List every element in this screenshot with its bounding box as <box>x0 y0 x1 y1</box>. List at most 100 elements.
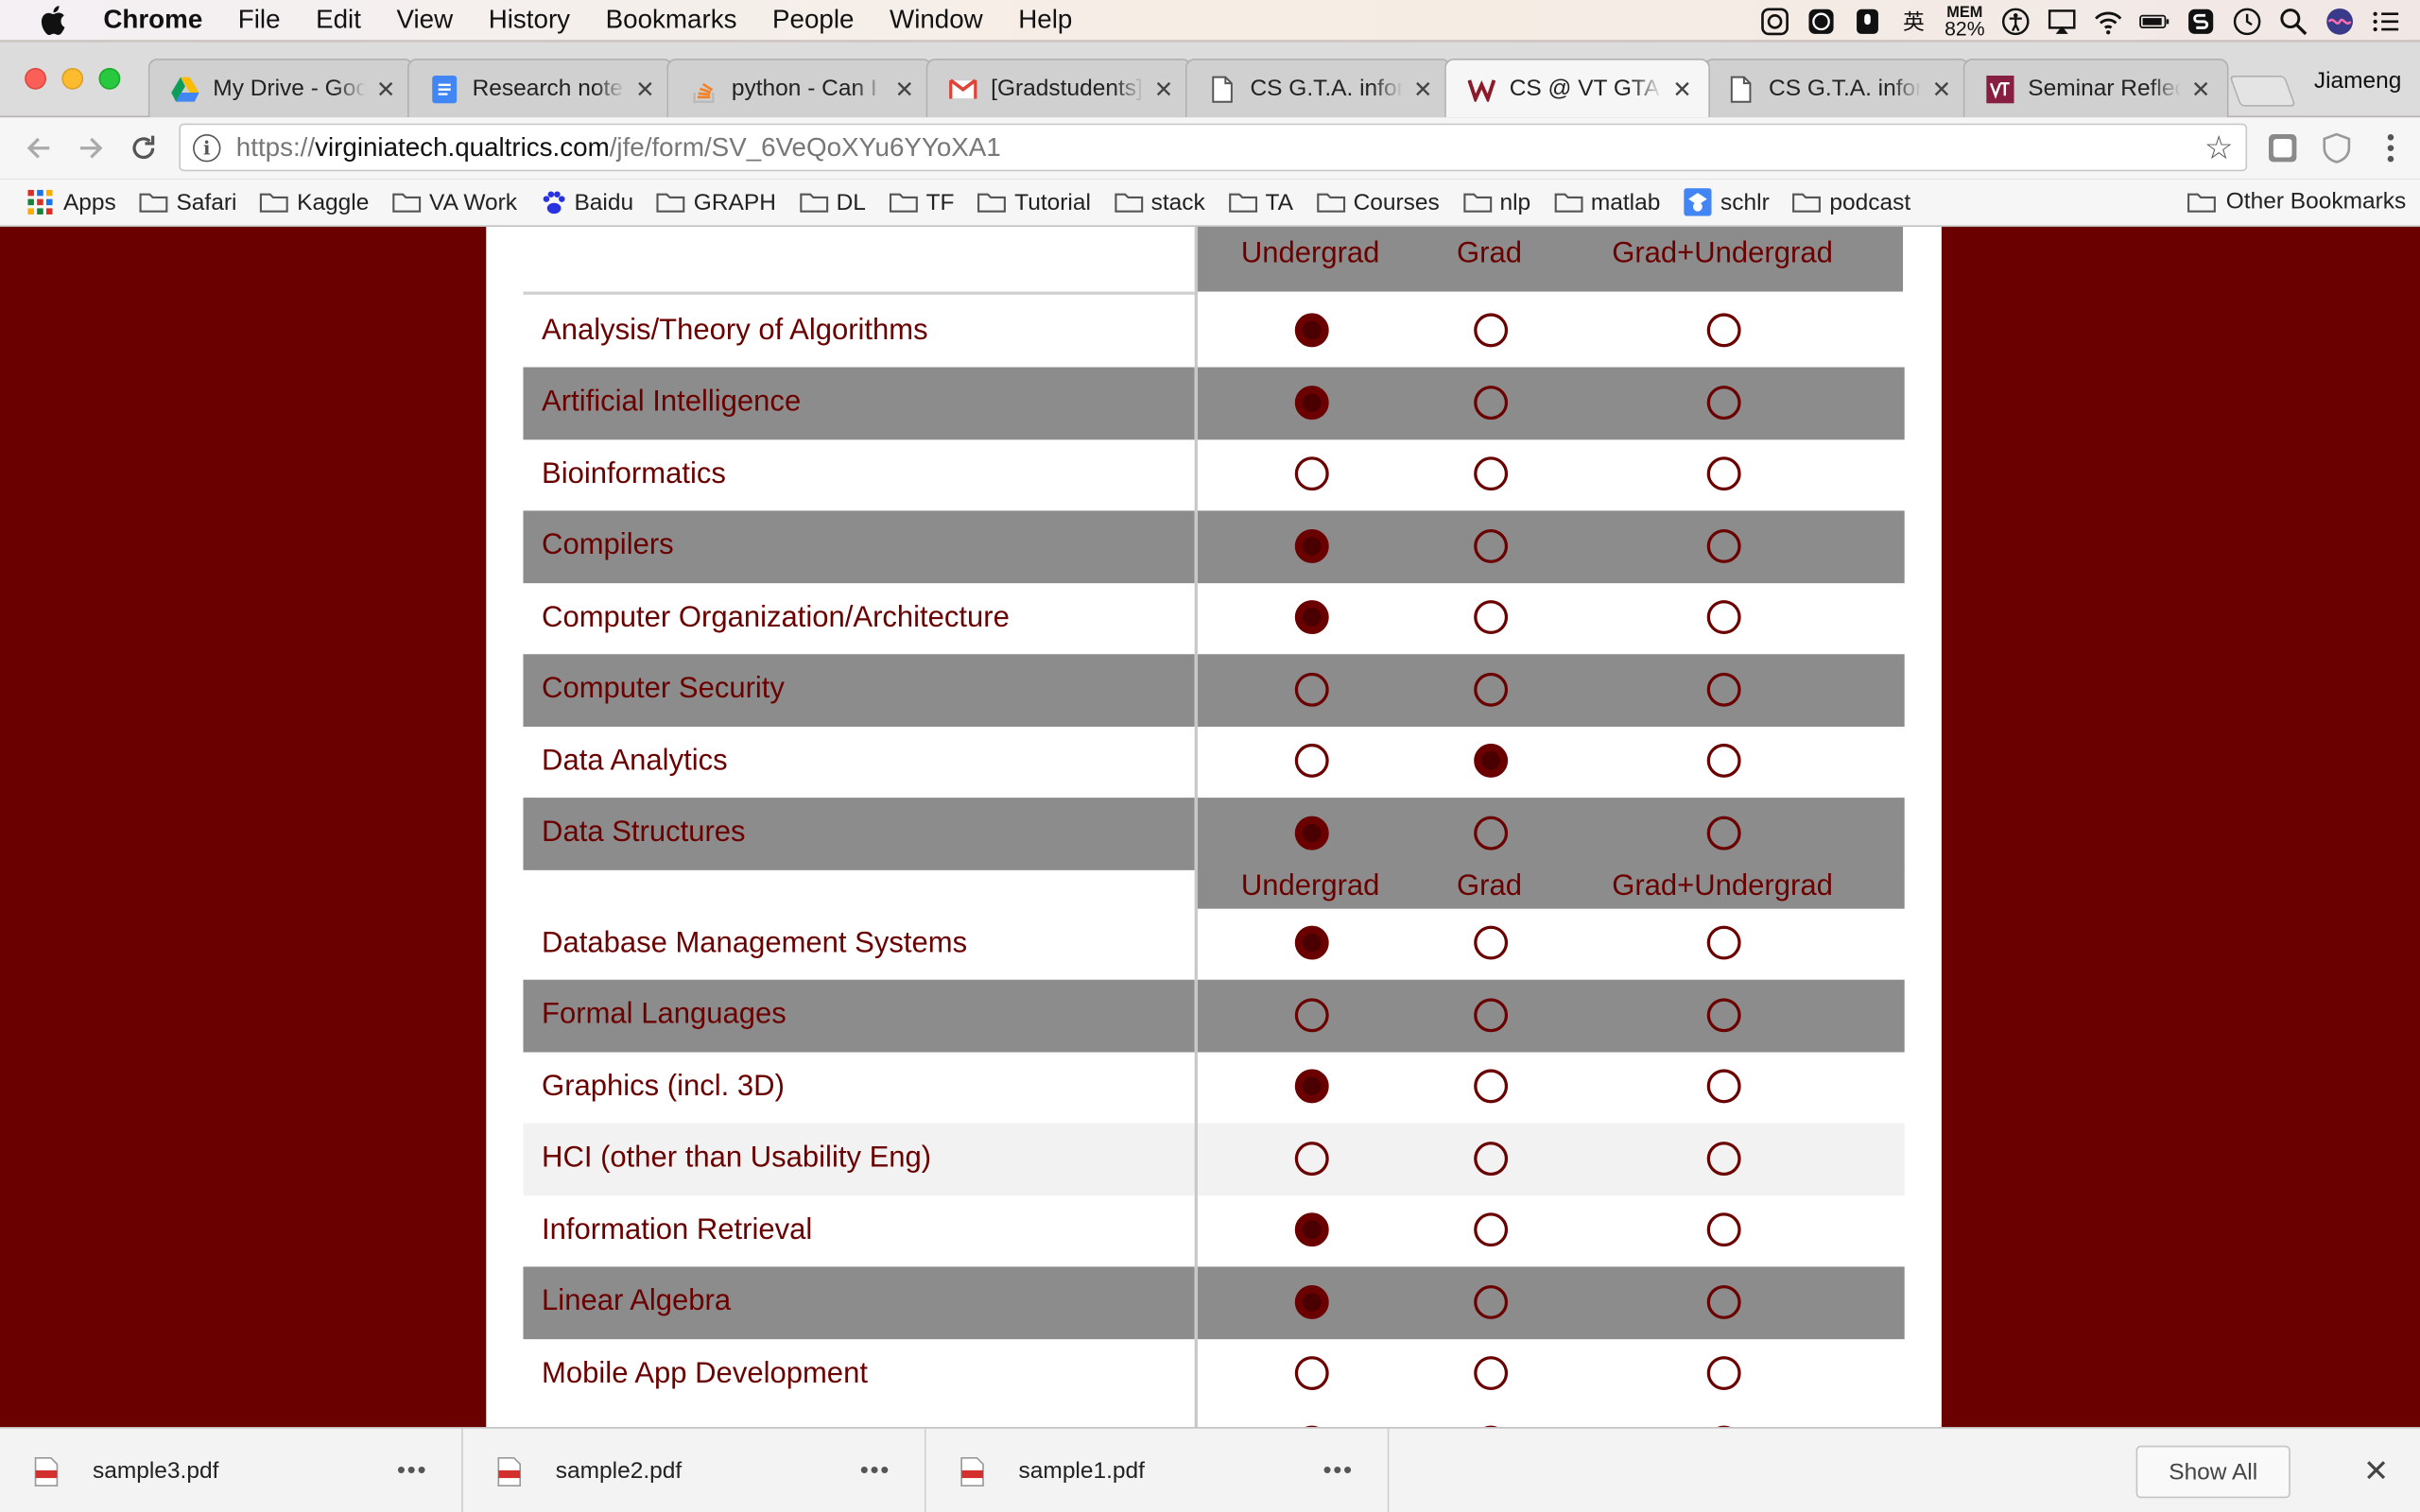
menu-bookmarks[interactable]: Bookmarks <box>606 5 737 36</box>
download-item[interactable]: sample2.pdf ••• <box>463 1428 926 1512</box>
radio-grad-undergrad[interactable] <box>1706 385 1741 420</box>
more-options-icon[interactable]: ••• <box>397 1457 427 1485</box>
radio-grad[interactable] <box>1474 1141 1509 1176</box>
bookmark-baidu[interactable]: Baidu <box>541 188 633 215</box>
tab-research-notes[interactable]: Research notes ✕ <box>407 59 673 118</box>
window-close-button[interactable] <box>25 67 46 90</box>
menu-window[interactable]: Window <box>890 5 983 36</box>
bookmark-ta[interactable]: TA <box>1228 188 1293 215</box>
input-method-icon[interactable]: 英 <box>1898 6 1929 37</box>
shield-extension-icon[interactable] <box>2320 131 2354 165</box>
forward-arrow-icon[interactable] <box>74 131 108 165</box>
more-options-icon[interactable]: ••• <box>860 1457 890 1485</box>
radio-undergrad[interactable] <box>1294 1069 1329 1104</box>
download-item[interactable]: sample1.pdf ••• <box>926 1428 1390 1512</box>
radio-grad[interactable] <box>1474 1284 1509 1319</box>
tab-seminar-reflection[interactable]: Seminar Reflection ✕ <box>1962 59 2229 118</box>
tab-python-question[interactable]: python - Can I ✕ <box>666 59 933 118</box>
radio-grad[interactable] <box>1474 815 1509 850</box>
memory-monitor[interactable]: MEM 82% <box>1945 5 1985 38</box>
radio-grad[interactable] <box>1474 1212 1509 1247</box>
tab-close-icon[interactable]: ✕ <box>1412 75 1434 103</box>
bookmark-apps[interactable]: Apps <box>27 189 116 215</box>
radio-grad-undergrad[interactable] <box>1706 672 1741 706</box>
bookmark-matlab[interactable]: matlab <box>1554 188 1660 215</box>
radio-undergrad[interactable] <box>1294 815 1329 850</box>
menu-app-name[interactable]: Chrome <box>103 5 202 36</box>
menu-help[interactable]: Help <box>1018 5 1072 36</box>
download-item[interactable]: sample3.pdf ••• <box>0 1428 463 1512</box>
window-zoom-button[interactable] <box>98 67 121 90</box>
radio-grad-undergrad[interactable] <box>1706 997 1741 1032</box>
show-all-downloads-button[interactable]: Show All <box>2135 1445 2290 1499</box>
menu-history[interactable]: History <box>489 5 570 36</box>
profile-name[interactable]: Jiameng <box>2314 68 2402 94</box>
back-arrow-icon[interactable] <box>22 131 56 165</box>
tab-vt-gta-survey[interactable]: CS @ VT GTA Survey ✕ <box>1444 59 1710 118</box>
radio-grad[interactable] <box>1474 456 1509 491</box>
radio-grad-undergrad[interactable] <box>1706 1284 1741 1319</box>
bookmark-other[interactable]: Other Bookmarks <box>2187 188 2406 215</box>
screenshot-tool-icon[interactable] <box>1759 6 1790 37</box>
radio-undergrad[interactable] <box>1294 925 1329 960</box>
radio-grad[interactable] <box>1474 1069 1509 1104</box>
radio-undergrad[interactable] <box>1294 1284 1329 1319</box>
notification-center-icon[interactable] <box>2371 6 2402 37</box>
spotlight-search-icon[interactable] <box>2278 6 2309 37</box>
time-machine-icon[interactable] <box>2232 6 2263 37</box>
window-minimize-button[interactable] <box>61 67 84 90</box>
bookmark-tf[interactable]: TF <box>889 188 954 215</box>
wifi-icon[interactable] <box>2093 6 2124 37</box>
bookmark-kaggle[interactable]: Kaggle <box>260 188 369 215</box>
bookmark-dl[interactable]: DL <box>799 188 866 215</box>
bookmark-stack[interactable]: stack <box>1114 188 1205 215</box>
bookmark-podcast[interactable]: podcast <box>1792 188 1910 215</box>
tab-cs-gta-info-2[interactable]: CS G.T.A. information ✕ <box>1703 59 1970 118</box>
bookmark-nlp[interactable]: nlp <box>1462 188 1530 215</box>
radio-undergrad[interactable] <box>1294 743 1329 778</box>
tab-close-icon[interactable]: ✕ <box>1930 75 1952 103</box>
radio-undergrad[interactable] <box>1294 456 1329 491</box>
battery-icon[interactable] <box>2139 6 2170 37</box>
radio-grad[interactable] <box>1474 997 1509 1032</box>
radio-undergrad[interactable] <box>1294 600 1329 635</box>
tab-close-icon[interactable]: ✕ <box>1671 75 1693 103</box>
radio-grad-undergrad[interactable] <box>1706 600 1741 635</box>
apple-menu-icon[interactable] <box>39 5 73 36</box>
radio-grad-undergrad[interactable] <box>1706 815 1741 850</box>
menu-edit[interactable]: Edit <box>316 5 361 36</box>
bookmark-graph[interactable]: GRAPH <box>657 188 776 215</box>
bookmark-schlr[interactable]: schlr <box>1683 188 1770 216</box>
radio-grad[interactable] <box>1474 1356 1509 1391</box>
simplenote-icon[interactable] <box>2186 6 2217 37</box>
radio-undergrad[interactable] <box>1294 1141 1329 1176</box>
tab-close-icon[interactable]: ✕ <box>634 75 656 103</box>
siri-icon[interactable] <box>2325 6 2356 37</box>
tab-close-icon[interactable]: ✕ <box>2190 75 2212 103</box>
microphone-icon[interactable] <box>1852 6 1883 37</box>
radio-grad-undergrad[interactable] <box>1706 743 1741 778</box>
radio-grad-undergrad[interactable] <box>1706 313 1741 348</box>
radio-grad[interactable] <box>1474 385 1509 420</box>
radio-grad-undergrad[interactable] <box>1706 1141 1741 1176</box>
radio-grad[interactable] <box>1474 600 1509 635</box>
radio-undergrad[interactable] <box>1294 672 1329 706</box>
tab-close-icon[interactable]: ✕ <box>375 75 397 103</box>
bookmark-star-icon[interactable]: ☆ <box>2204 129 2234 168</box>
radio-grad-undergrad[interactable] <box>1706 456 1741 491</box>
close-icon[interactable]: ✕ <box>2363 1452 2389 1490</box>
radio-undergrad[interactable] <box>1294 385 1329 420</box>
reload-icon[interactable] <box>127 131 161 165</box>
airplay-icon[interactable] <box>2047 6 2078 37</box>
tab-close-icon[interactable]: ✕ <box>893 75 915 103</box>
more-options-icon[interactable]: ••• <box>1322 1457 1353 1485</box>
radio-grad-undergrad[interactable] <box>1706 1212 1741 1247</box>
tab-gmail[interactable]: [Gradstudents] ✕ <box>925 59 1192 118</box>
radio-grad-undergrad[interactable] <box>1706 1356 1741 1391</box>
menu-file[interactable]: File <box>238 5 281 36</box>
bookmark-tutorial[interactable]: Tutorial <box>977 188 1091 215</box>
radio-grad[interactable] <box>1474 743 1509 778</box>
radio-undergrad[interactable] <box>1294 1212 1329 1247</box>
radio-undergrad[interactable] <box>1294 313 1329 348</box>
site-info-icon[interactable]: i <box>193 133 221 162</box>
